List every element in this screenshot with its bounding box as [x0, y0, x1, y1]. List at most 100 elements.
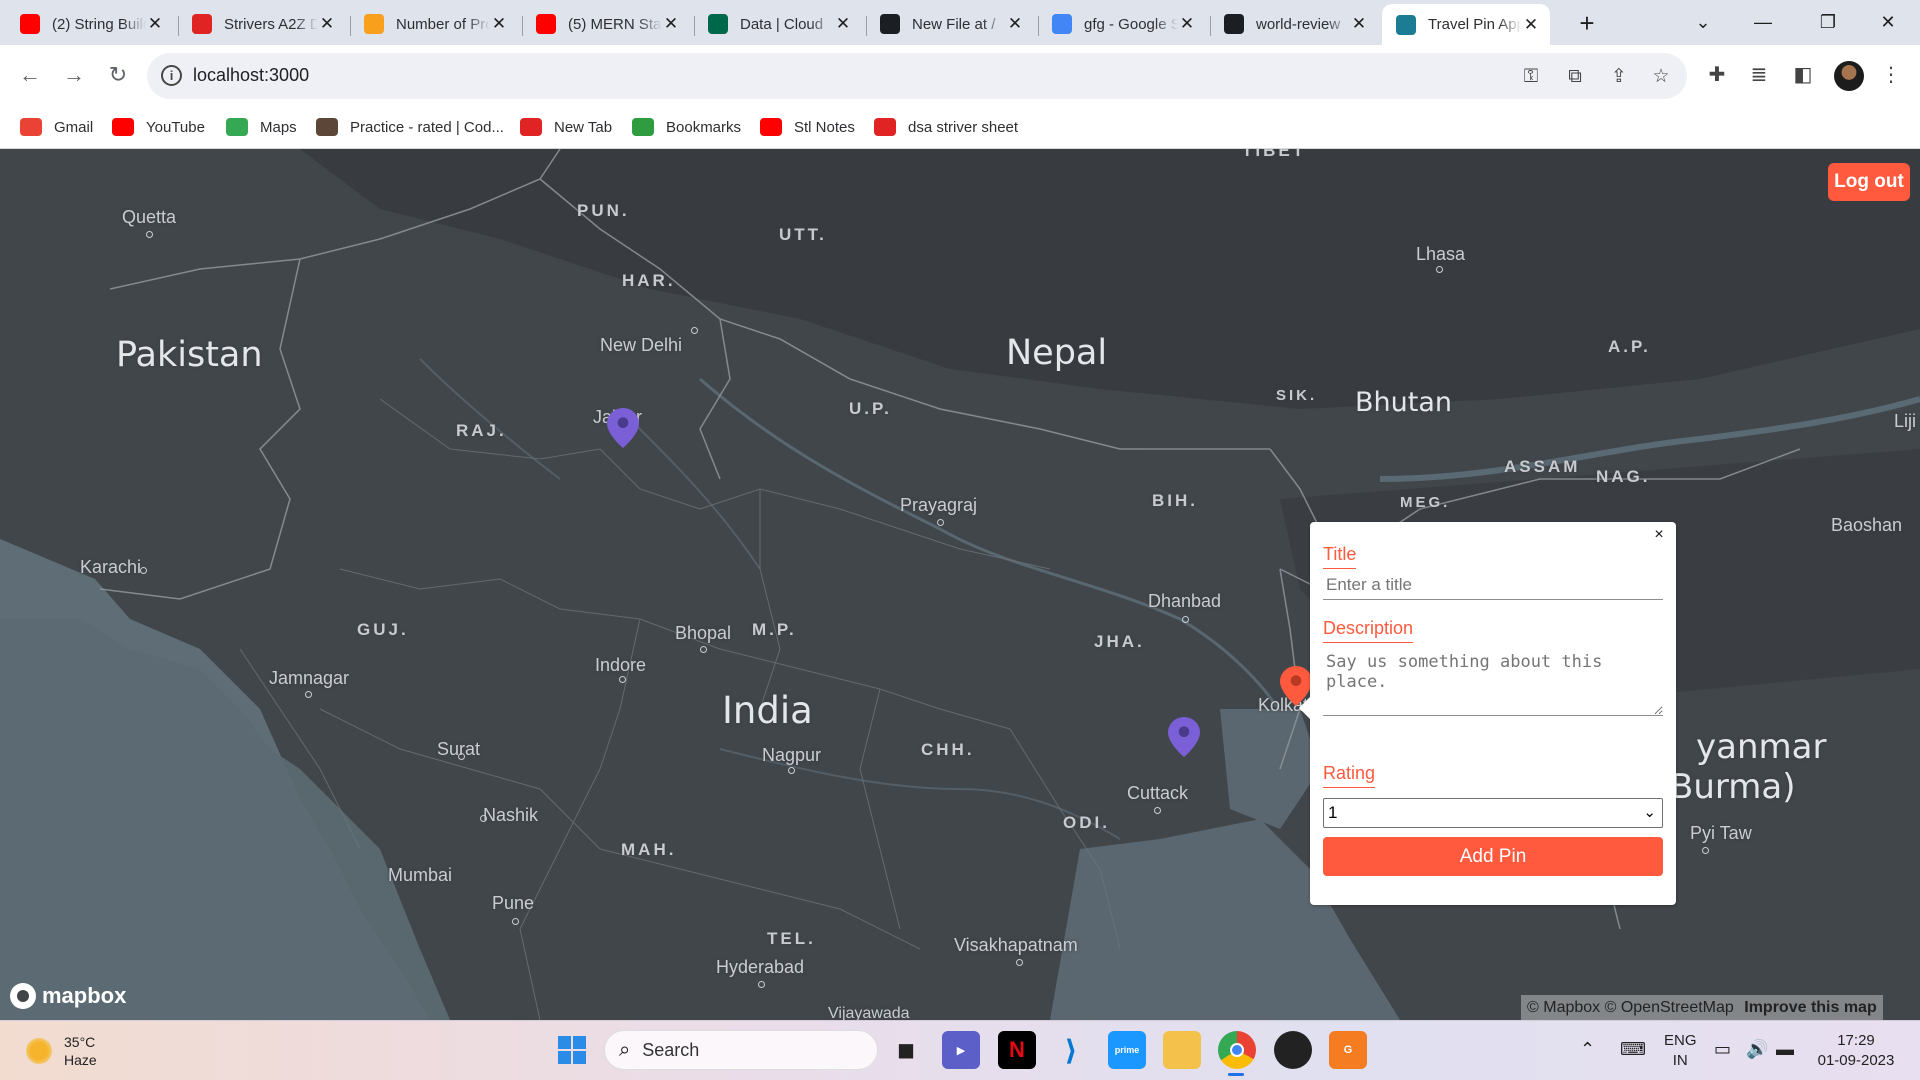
- teams-chat-icon[interactable]: ▶: [942, 1031, 980, 1069]
- pdf-tool-icon[interactable]: G: [1329, 1031, 1367, 1069]
- tab-close-icon[interactable]: ✕: [662, 14, 680, 34]
- tab-separator: [522, 16, 523, 36]
- mapbox-logo[interactable]: mapbox: [10, 982, 126, 1010]
- rating-select[interactable]: 1 ⌄: [1323, 798, 1663, 828]
- chrome-icon[interactable]: [1218, 1031, 1256, 1069]
- tab-7[interactable]: world-review ✕: [1210, 6, 1378, 42]
- city-dot: [458, 753, 465, 760]
- tab-6[interactable]: gfg - Google Search✕: [1038, 6, 1206, 42]
- tab-close-icon[interactable]: ✕: [1350, 14, 1368, 34]
- city-dot: [305, 691, 312, 698]
- reload-icon[interactable]: ↻: [100, 57, 136, 93]
- bookmark-item[interactable]: Maps: [226, 113, 297, 141]
- tray-overflow-icon[interactable]: ⌃: [1580, 1039, 1595, 1059]
- bookmark-item[interactable]: Gmail: [20, 113, 93, 141]
- address-bar[interactable]: i localhost:3000 ⚿ ⧉ ⇪ ☆: [147, 53, 1687, 99]
- map-view[interactable]: Pakistan Nepal Bhutan India yanmar Burma…: [0, 149, 1920, 1020]
- netflix-icon[interactable]: N: [998, 1031, 1036, 1069]
- tab-3[interactable]: (5) MERN Stack✕: [522, 6, 690, 42]
- bookmark-star-icon[interactable]: ☆: [1649, 65, 1673, 89]
- city-dot: [1016, 959, 1023, 966]
- share-icon[interactable]: ⇪: [1607, 65, 1631, 89]
- close-popup-icon[interactable]: ×: [1650, 526, 1668, 544]
- map-pin-icon[interactable]: [607, 408, 639, 448]
- bookmark-item[interactable]: Practice - rated | Cod...: [316, 113, 504, 141]
- bookmark-item[interactable]: dsa striver sheet: [874, 113, 1018, 141]
- tab-0[interactable]: (2) String Builder✕: [6, 6, 174, 42]
- number-four-icon: [632, 118, 654, 136]
- tab-title: Travel Pin App: [1428, 16, 1522, 33]
- site-info-icon[interactable]: i: [161, 65, 182, 86]
- battery-icon[interactable]: ▬: [1776, 1039, 1794, 1059]
- weather-widget[interactable]: 35°C Haze: [24, 1033, 97, 1069]
- city-dot: [691, 327, 698, 334]
- prime-video-icon[interactable]: prime: [1108, 1031, 1146, 1069]
- vscode-icon[interactable]: ⟩: [1052, 1031, 1090, 1069]
- bookmark-item[interactable]: Stl Notes: [760, 113, 855, 141]
- side-panel-icon[interactable]: ◧: [1790, 62, 1816, 88]
- obs-icon[interactable]: [1274, 1031, 1312, 1069]
- file-explorer-icon[interactable]: [1163, 1031, 1201, 1069]
- task-view-icon[interactable]: ◼: [887, 1031, 925, 1069]
- tab-close-icon[interactable]: ✕: [1522, 15, 1540, 35]
- keyboard-icon[interactable]: ⌨: [1620, 1039, 1646, 1059]
- title-input[interactable]: [1323, 570, 1663, 600]
- tab-close-icon[interactable]: ✕: [834, 14, 852, 34]
- city-dot: [1154, 807, 1161, 814]
- back-icon[interactable]: ←: [12, 57, 48, 93]
- tab-close-icon[interactable]: ✕: [490, 14, 508, 34]
- forward-icon[interactable]: →: [56, 57, 92, 93]
- improve-map-link[interactable]: Improve this map: [1744, 999, 1876, 1016]
- browser-tab-strip: (2) String Builder✕Strivers A2Z DSA✕Numb…: [0, 0, 1920, 45]
- tab-close-icon[interactable]: ✕: [318, 14, 336, 34]
- tab-search-icon[interactable]: ⌄: [1680, 4, 1726, 40]
- tab-2[interactable]: Number of Provinces✕: [350, 6, 518, 42]
- tab-8[interactable]: Travel Pin App ✕: [1382, 4, 1550, 45]
- extensions-icon[interactable]: ✚: [1704, 62, 1730, 88]
- tab-5[interactable]: New File at / ✕: [866, 6, 1034, 42]
- map-pin-icon[interactable]: [1168, 717, 1200, 757]
- city-dot: [1436, 266, 1443, 273]
- attribution-text[interactable]: © Mapbox © OpenStreetMap: [1527, 999, 1734, 1016]
- map-label-city: Visakhapatnam: [954, 935, 1078, 955]
- url-text[interactable]: localhost:3000: [193, 65, 309, 86]
- windows-start-icon[interactable]: [553, 1031, 591, 1069]
- tab-close-icon[interactable]: ✕: [1006, 14, 1024, 34]
- maximize-button[interactable]: ❐: [1805, 4, 1851, 40]
- language-indicator[interactable]: ENG IN: [1664, 1031, 1697, 1071]
- bookmark-label: dsa striver sheet: [908, 118, 1019, 136]
- tab-close-icon[interactable]: ✕: [1178, 14, 1196, 34]
- bookmark-item[interactable]: Bookmarks: [632, 113, 741, 141]
- media-queue-icon[interactable]: ≣: [1746, 62, 1772, 88]
- map-label-state: TIBET: [1242, 149, 1307, 160]
- key-icon[interactable]: ⚿: [1519, 65, 1543, 89]
- description-textarea[interactable]: [1323, 646, 1663, 716]
- menu-kebab-icon[interactable]: ⋮: [1878, 62, 1904, 88]
- new-tab-button[interactable]: +: [1572, 8, 1602, 38]
- youtube-icon: [536, 14, 556, 34]
- profile-avatar[interactable]: [1834, 61, 1864, 91]
- volume-icon[interactable]: 🔊: [1746, 1039, 1768, 1059]
- clock[interactable]: 17:29 01-09-2023: [1816, 1031, 1896, 1071]
- map-label-state: UTT.: [779, 225, 827, 244]
- map-label-state: RAJ.: [456, 421, 507, 440]
- network-icon[interactable]: ▭: [1714, 1039, 1731, 1059]
- close-window-button[interactable]: ✕: [1865, 4, 1911, 40]
- youtube-icon: [112, 118, 134, 136]
- add-pin-button[interactable]: Add Pin: [1323, 837, 1663, 876]
- map-label-country: India: [722, 689, 813, 732]
- minimize-button[interactable]: —: [1740, 4, 1786, 40]
- tab-title: (2) String Builder: [52, 15, 146, 33]
- city-dot: [700, 646, 707, 653]
- bookmark-item[interactable]: New Tab: [520, 113, 612, 141]
- taskbar-search-box[interactable]: ⌕ Search: [604, 1030, 878, 1070]
- open-in-app-icon[interactable]: ⧉: [1563, 65, 1587, 89]
- tab-1[interactable]: Strivers A2Z DSA✕: [178, 6, 346, 42]
- map-label-country: Nepal: [1006, 333, 1108, 373]
- tab-4[interactable]: Data | Cloud ✕: [694, 6, 862, 42]
- logout-button[interactable]: Log out: [1828, 163, 1910, 201]
- bookmark-item[interactable]: YouTube: [112, 113, 205, 141]
- map-label-state: JHA.: [1094, 632, 1145, 651]
- tab-close-icon[interactable]: ✕: [146, 14, 164, 34]
- map-label-city: Pune: [492, 893, 535, 913]
